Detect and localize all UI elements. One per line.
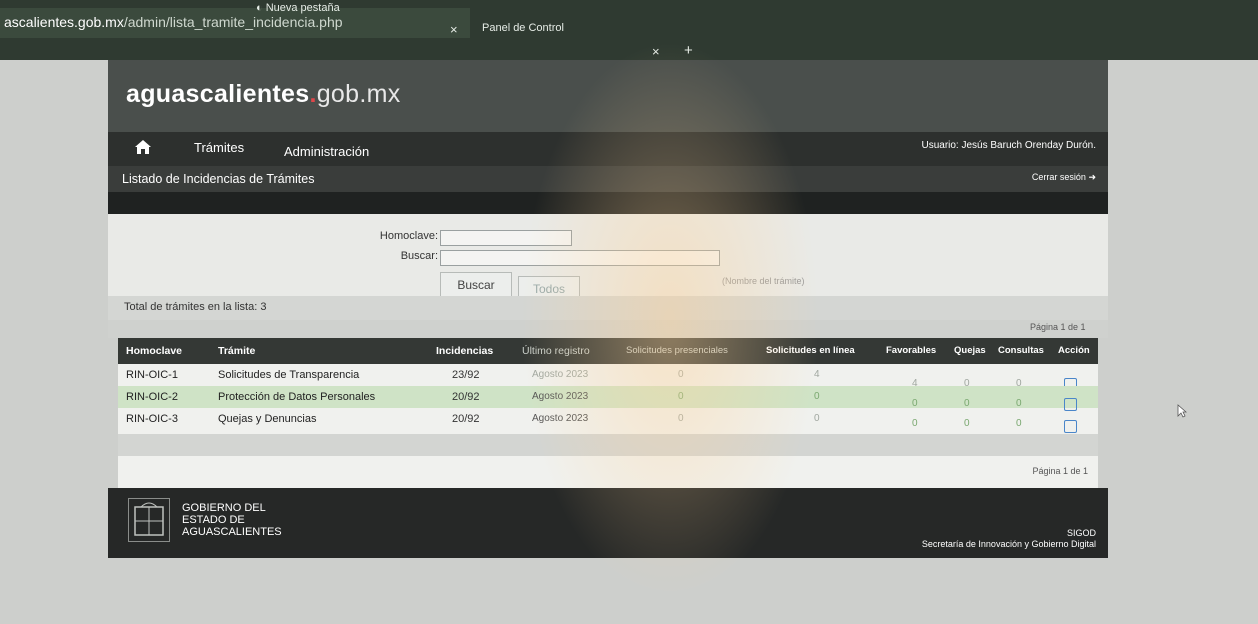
home-icon[interactable]	[134, 138, 152, 156]
cell-presenciales: 0	[678, 413, 684, 424]
cell-en-linea: 4	[814, 369, 820, 380]
cell-presenciales: 0	[678, 369, 684, 380]
page-title-bar: Listado de Incidencias de Trámites Cerra…	[108, 166, 1108, 192]
site-container: aguascalientes.gob.mx Trámites Administr…	[108, 60, 1108, 560]
nav-tramites[interactable]: Trámites	[194, 140, 244, 155]
pagination-top: Página 1 de 1	[1030, 322, 1086, 332]
tab-panel-label: Panel de Control	[482, 22, 564, 34]
cell-tramite: Protección de Datos Personales	[218, 391, 376, 403]
site-footer: GOBIERNO DEL ESTADO DE AGUASCALIENTES SI…	[108, 488, 1108, 558]
cell-ultimo: Agosto 2023	[532, 391, 589, 402]
nav-administracion[interactable]: Administración	[284, 144, 369, 159]
user-label: Usuario: Jesús Baruch Orenday Durón.	[921, 140, 1096, 151]
th-en-linea[interactable]: Solicitudes en línea	[766, 345, 855, 356]
cell-ultimo: Agosto 2023	[532, 413, 589, 424]
th-favorables[interactable]: Favorables	[886, 345, 936, 356]
th-ultimo[interactable]: Último registro	[522, 345, 590, 357]
cell-tramite: Solicitudes de Transparencia	[218, 369, 360, 381]
th-homoclave[interactable]: Homoclave	[126, 345, 182, 357]
gov-logo-text: GOBIERNO DEL ESTADO DE AGUASCALIENTES	[182, 502, 282, 538]
spacer	[108, 320, 1108, 338]
buscar-hint: (Nombre del trámite)	[722, 276, 805, 286]
cell-presenciales: 0	[678, 391, 684, 402]
cell-incidencias: 23/92	[452, 369, 480, 381]
state-crest-icon	[128, 498, 170, 542]
sigod-credit: SIGOD Secretaría de Innovación y Gobiern…	[921, 528, 1096, 549]
table-row[interactable]: RIN-OIC-2 Protección de Datos Personales…	[118, 386, 1098, 411]
tramites-table: Homoclave Trámite Incidencias Último reg…	[118, 322, 1098, 488]
site-logo[interactable]: aguascalientes.gob.mx	[126, 80, 401, 109]
cell-quejas: 0	[964, 418, 970, 429]
cell-favorables: 0	[912, 418, 918, 429]
total-label: Total de trámites en la lista: 3	[124, 301, 267, 313]
cell-tramite: Quejas y Denuncias	[218, 413, 317, 425]
photo: ascalientes.gob.mx/admin/lista_tramite_i…	[0, 0, 1258, 624]
th-consultas[interactable]: Consultas	[998, 345, 1044, 356]
cell-homoclave: RIN-OIC-3	[126, 413, 178, 425]
table-footer-row	[118, 434, 1098, 456]
cell-incidencias: 20/92	[452, 413, 480, 425]
page-title: Listado de Incidencias de Trámites	[122, 172, 315, 186]
tab-close-icon[interactable]: ×	[450, 22, 458, 37]
edit-icon[interactable]	[1064, 420, 1077, 433]
homoclave-input[interactable]	[440, 230, 572, 246]
url-bar[interactable]: ascalientes.gob.mx/admin/lista_tramite_i…	[4, 14, 343, 30]
th-presenciales[interactable]: Solicitudes presenciales	[626, 345, 728, 356]
site-header: aguascalientes.gob.mx	[108, 60, 1108, 132]
th-quejas[interactable]: Quejas	[954, 345, 986, 356]
tab-panel[interactable]: Panel de Control	[482, 22, 564, 34]
logout-link[interactable]: Cerrar sesión ➜	[1032, 172, 1096, 183]
divider-strip	[108, 192, 1108, 214]
cell-ultimo: Agosto 2023	[532, 369, 589, 380]
buscar-label: Buscar:	[400, 250, 438, 262]
url-path: /admin/lista_tramite_incidencia.php	[123, 14, 343, 30]
cell-en-linea: 0	[814, 391, 820, 402]
cell-homoclave: RIN-OIC-1	[126, 369, 178, 381]
th-incidencias[interactable]: Incidencias	[436, 345, 493, 357]
tab-nueva[interactable]: ◐ Nueva pestaña	[256, 2, 340, 14]
logout-icon: ➜	[1088, 172, 1096, 182]
buscar-button[interactable]: Buscar	[440, 272, 512, 298]
main-nav: Trámites Administración Usuario: Jesús B…	[108, 132, 1108, 166]
th-tramite[interactable]: Trámite	[218, 345, 255, 357]
homoclave-label: Homoclave:	[379, 230, 438, 242]
table-header: Homoclave Trámite Incidencias Último reg…	[118, 322, 1098, 364]
cell-consultas: 0	[1016, 418, 1022, 429]
cell-homoclave: RIN-OIC-2	[126, 391, 178, 403]
mouse-cursor-icon	[1177, 404, 1187, 418]
total-bar: Total de trámites en la lista: 3	[108, 296, 1108, 320]
buscar-input[interactable]	[440, 250, 720, 266]
cell-en-linea: 0	[814, 413, 820, 424]
url-host: ascalientes.gob.mx	[4, 14, 124, 30]
tab-favicon-icon: ◐	[256, 2, 266, 14]
pagination-bottom: Página 1 de 1	[1032, 466, 1088, 476]
tab-panel-close-icon[interactable]: ×	[652, 44, 660, 59]
table-row[interactable]: RIN-OIC-3 Quejas y Denuncias 20/92 Agost…	[118, 408, 1098, 433]
new-tab-icon[interactable]: +	[684, 42, 693, 59]
cell-incidencias: 20/92	[452, 391, 480, 403]
table-row[interactable]: RIN-OIC-1 Solicitudes de Transparencia 2…	[118, 364, 1098, 391]
th-accion: Acción	[1058, 345, 1090, 356]
